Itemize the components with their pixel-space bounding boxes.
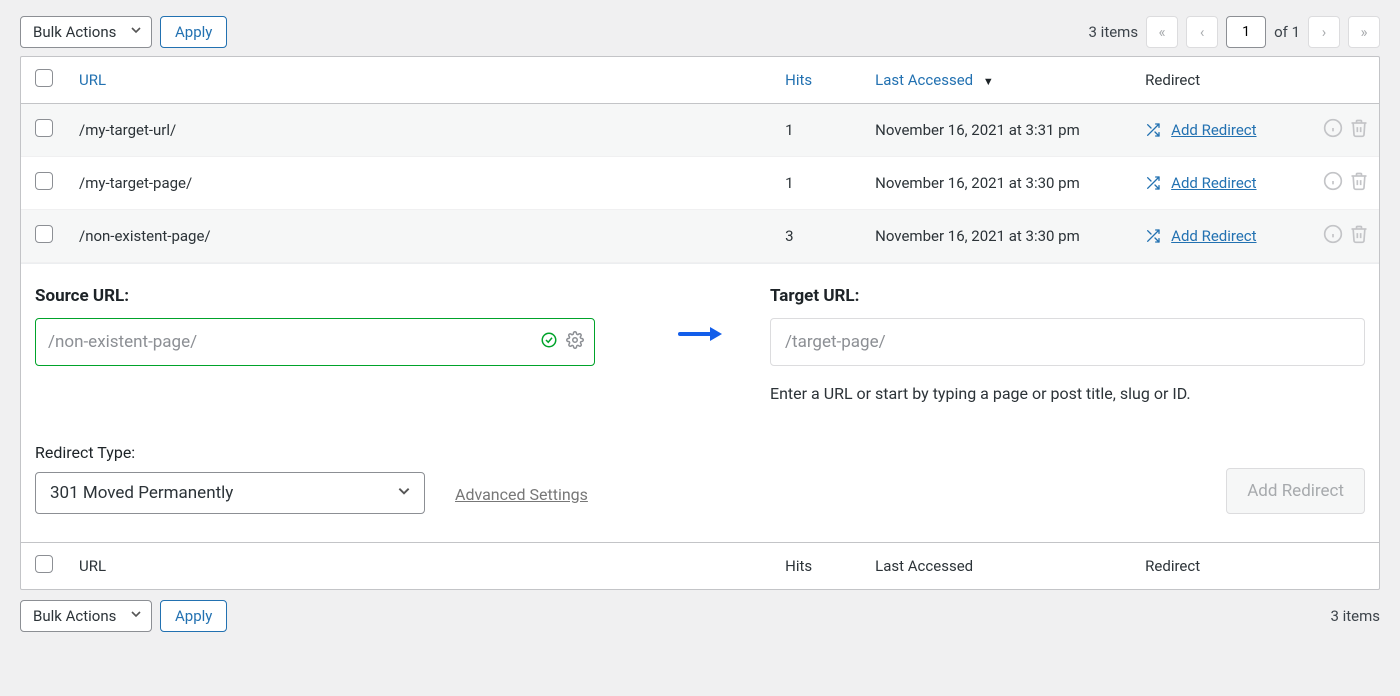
check-circle-icon (540, 331, 558, 353)
arrow-right-icon (670, 286, 730, 344)
bulk-actions-select-bottom[interactable]: Bulk Actions (20, 600, 152, 632)
source-url-input[interactable] (46, 331, 540, 353)
target-url-group: Target URL: Enter a URL or start by typi… (770, 286, 1365, 403)
bulk-actions-group-bottom: Bulk Actions Apply (20, 600, 227, 632)
row-checkbox[interactable] (35, 225, 53, 243)
table-footer-row: URL Hits Last Accessed Redirect (21, 543, 1379, 590)
trash-icon[interactable] (1349, 171, 1369, 195)
row-hits: 1 (775, 157, 865, 210)
pagination-of-label: of 1 (1274, 23, 1300, 41)
table-row: /my-target-page/ 1 November 16, 2021 at … (21, 157, 1379, 210)
column-hits[interactable]: Hits (775, 57, 865, 104)
column-last-accessed[interactable]: Last Accessed ▼ (865, 57, 1135, 104)
row-date: November 16, 2021 at 3:30 pm (865, 210, 1135, 263)
gear-icon[interactable] (566, 331, 584, 353)
row-hits: 1 (775, 104, 865, 157)
pagination-page-input[interactable] (1226, 16, 1266, 48)
pagination-first-button[interactable]: « (1146, 16, 1178, 48)
apply-button-bottom[interactable]: Apply (160, 600, 227, 632)
add-redirect-link[interactable]: Add Redirect (1171, 121, 1256, 139)
row-date: November 16, 2021 at 3:30 pm (865, 157, 1135, 210)
source-url-input-wrap (35, 318, 595, 366)
advanced-settings-link[interactable]: Advanced Settings (455, 485, 588, 514)
select-all-checkbox-footer[interactable] (35, 555, 53, 573)
column-url[interactable]: URL (69, 57, 775, 104)
items-count: 3 items (1089, 23, 1139, 41)
pagination: 3 items « ‹ of 1 › » (1089, 16, 1380, 48)
redirect-type-group: Redirect Type: 301 Moved Permanently (35, 443, 425, 514)
trash-icon[interactable] (1349, 224, 1369, 248)
sort-desc-icon: ▼ (983, 75, 994, 88)
items-count-bottom: 3 items (1330, 607, 1380, 625)
redirect-type-label: Redirect Type: (35, 443, 425, 462)
add-redirect-link[interactable]: Add Redirect (1171, 174, 1256, 192)
form-panel-row: Source URL: (21, 263, 1379, 543)
bulk-actions-group: Bulk Actions Apply (20, 16, 227, 48)
pagination-next-button[interactable]: › (1308, 16, 1340, 48)
pagination-last-button[interactable]: » (1348, 16, 1380, 48)
row-url: /my-target-page/ (69, 157, 775, 210)
target-url-label: Target URL: (770, 286, 1365, 306)
shuffle-icon (1145, 228, 1161, 244)
bottom-toolbar: Bulk Actions Apply 3 items (20, 600, 1380, 632)
column-redirect: Redirect (1135, 57, 1379, 104)
logs-table-wrap: URL Hits Last Accessed ▼ Redirect /my-ta… (20, 56, 1380, 590)
apply-button[interactable]: Apply (160, 16, 227, 48)
table-row: /my-target-url/ 1 November 16, 2021 at 3… (21, 104, 1379, 157)
row-checkbox[interactable] (35, 172, 53, 190)
add-redirect-button[interactable]: Add Redirect (1226, 468, 1365, 514)
pagination-prev-button[interactable]: ‹ (1186, 16, 1218, 48)
select-all-checkbox[interactable] (35, 69, 53, 87)
logs-table: URL Hits Last Accessed ▼ Redirect /my-ta… (21, 57, 1379, 589)
add-redirect-link[interactable]: Add Redirect (1171, 227, 1256, 245)
shuffle-icon (1145, 122, 1161, 138)
row-date: November 16, 2021 at 3:31 pm (865, 104, 1135, 157)
column-last-accessed-label: Last Accessed (875, 71, 973, 89)
source-url-group: Source URL: (35, 286, 630, 366)
redirect-type-select[interactable]: 301 Moved Permanently (35, 472, 425, 514)
row-url: /my-target-url/ (69, 104, 775, 157)
row-hits: 3 (775, 210, 865, 263)
info-icon[interactable] (1323, 118, 1343, 142)
shuffle-icon (1145, 175, 1161, 191)
top-toolbar: Bulk Actions Apply 3 items « ‹ of 1 › » (20, 16, 1380, 48)
column-last-accessed-footer: Last Accessed (865, 543, 1135, 590)
trash-icon[interactable] (1349, 118, 1369, 142)
redirect-form-panel: Source URL: (21, 263, 1379, 542)
column-hits-footer: Hits (775, 543, 865, 590)
row-url: /non-existent-page/ (69, 210, 775, 263)
source-url-label: Source URL: (35, 286, 630, 306)
row-checkbox[interactable] (35, 119, 53, 137)
target-url-input[interactable] (770, 318, 1365, 366)
table-header-row: URL Hits Last Accessed ▼ Redirect (21, 57, 1379, 104)
info-icon[interactable] (1323, 224, 1343, 248)
bulk-actions-select[interactable]: Bulk Actions (20, 16, 152, 48)
bulk-actions-select-wrap: Bulk Actions (20, 16, 152, 48)
info-icon[interactable] (1323, 171, 1343, 195)
table-row: /non-existent-page/ 3 November 16, 2021 … (21, 210, 1379, 263)
column-url-footer: URL (69, 543, 775, 590)
target-url-hint: Enter a URL or start by typing a page or… (770, 384, 1365, 403)
column-redirect-footer: Redirect (1135, 543, 1379, 590)
